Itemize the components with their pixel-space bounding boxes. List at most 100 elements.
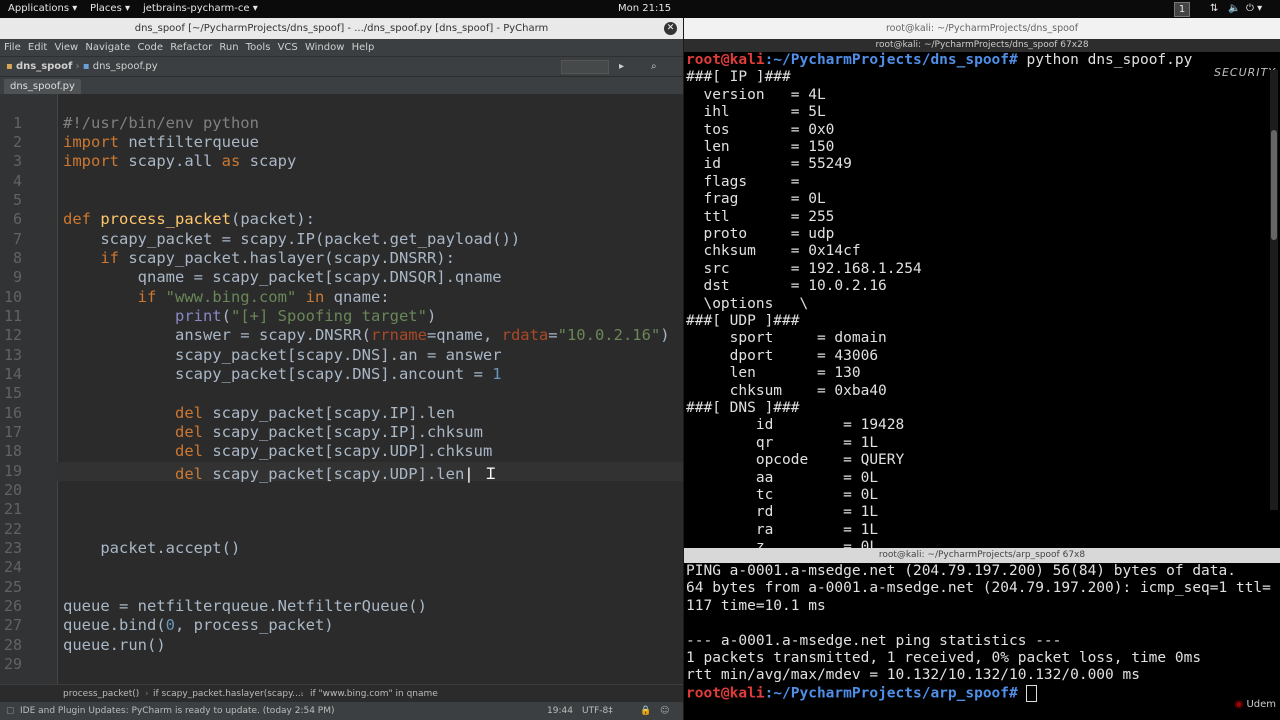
output-line: dport = 43006 xyxy=(686,347,879,364)
tab-dns-spoof-py[interactable]: dns_spoof.py xyxy=(4,79,81,94)
line-number: 28 xyxy=(3,636,22,654)
output-line: qr = 1L xyxy=(686,434,879,451)
output-line: id = 55249 xyxy=(686,156,852,173)
output-line: chksum = 0x14cf xyxy=(686,243,861,260)
run-icon[interactable]: ▸ xyxy=(619,57,624,77)
window-title: dns_spoof [~/PycharmProjects/dns_spoof] … xyxy=(0,18,683,39)
menu-vcs[interactable]: VCS xyxy=(278,42,298,53)
code-line: import netfilterqueue xyxy=(63,133,259,151)
code-line: scapy_packet[scapy.DNS].ancount = 1 xyxy=(63,365,502,383)
output-line: 64 bytes from a-0001.a-msedge.net (204.7… xyxy=(686,580,1271,597)
breadcrumb-item[interactable]: process_packet() xyxy=(63,685,139,703)
code-text: qname: xyxy=(324,288,390,306)
output-line: rtt min/avg/max/mdev = 10.132/10.132/10.… xyxy=(686,667,1140,684)
file-encoding[interactable]: UTF-8‡ xyxy=(582,702,613,720)
menu-file[interactable]: File xyxy=(4,42,21,53)
code-text: qname = scapy_packet[scapy.DNSQR].qname xyxy=(63,268,502,286)
code-line: if scapy_packet.haslayer(scapy.DNSRR): xyxy=(63,249,455,267)
code-text: queue.run() xyxy=(63,636,166,654)
network-icon[interactable]: ⇅ xyxy=(1210,0,1218,18)
output-line: len = 150 xyxy=(686,139,835,155)
output-line: --- a-0001.a-msedge.net ping statistics … xyxy=(686,632,1062,649)
code-text: scapy_packet[scapy.DNS].an = answer xyxy=(63,346,502,364)
inspector-icon[interactable]: ☺ xyxy=(660,702,669,720)
code-text: answer = scapy.DNSRR( xyxy=(63,326,371,344)
menu-view[interactable]: View xyxy=(54,42,78,53)
output-line: ra = 1L xyxy=(686,521,879,538)
nav-file[interactable]: dns_spoof.py xyxy=(93,61,158,72)
number-literal: 1 xyxy=(492,365,502,383)
line-number: 24 xyxy=(3,558,22,576)
menu-help[interactable]: Help xyxy=(352,42,375,53)
number-literal: 0 xyxy=(165,616,175,634)
close-icon[interactable]: ✕ xyxy=(664,22,677,35)
code-text: queue.bind( xyxy=(63,616,166,634)
code-line: packet.accept() xyxy=(63,539,240,557)
editor-tabs: dns_spoof.py xyxy=(0,76,683,95)
line-number: 26 xyxy=(3,597,22,615)
menu-run[interactable]: Run xyxy=(219,42,238,53)
keyword: def xyxy=(63,210,101,228)
menu-refactor[interactable]: Refactor xyxy=(170,42,212,53)
line-number: 4 xyxy=(12,172,22,190)
code-text: = xyxy=(548,326,558,344)
output-line: ttl = 255 xyxy=(686,208,835,225)
code-text: queue = netfilterqueue.NetfilterQueue() xyxy=(63,597,427,615)
breadcrumb: process_packet() › if scapy_packet.hasla… xyxy=(0,684,683,703)
lock-icon[interactable]: 🔒 xyxy=(640,702,651,720)
breadcrumb-item[interactable]: if scapy_packet.haslayer(scapy.... xyxy=(153,685,304,703)
code-line: print("[+] Spoofing target") xyxy=(63,307,436,325)
terminal-dns-spoof[interactable]: root@kali: ~/PycharmProjects/dns_spoof r… xyxy=(684,18,1280,548)
line-number: 1 xyxy=(12,114,22,132)
udemy-logo-icon: ◉ xyxy=(1234,699,1244,710)
active-app-menu[interactable]: jetbrains-pycharm-ce ▾ xyxy=(143,0,258,18)
breadcrumb-separator: › xyxy=(300,689,304,699)
menu-tools[interactable]: Tools xyxy=(246,42,271,53)
folder-icon: ▪ xyxy=(6,61,13,72)
keyword: if xyxy=(63,288,166,306)
menu-navigate[interactable]: Navigate xyxy=(85,42,130,53)
line-number: 11 xyxy=(3,307,22,325)
keyword: import xyxy=(63,133,119,151)
keyword: if xyxy=(63,249,119,267)
terminal-output: root@kali:~/PycharmProjects/dns_spoof# p… xyxy=(684,52,1266,548)
cursor-position[interactable]: 19:44 xyxy=(547,702,573,720)
line-number: 8 xyxy=(12,249,22,267)
output-line: ihl = 5L xyxy=(686,104,826,121)
terminal-tab-title: root@kali: ~/PycharmProjects/dns_spoof 6… xyxy=(684,39,1280,52)
code-text: (packet): xyxy=(230,210,315,228)
code-line: del scapy_packet[scapy.IP].len xyxy=(63,404,455,422)
code-text: ) xyxy=(660,326,670,344)
output-line: ###[ UDP ]### xyxy=(686,313,800,329)
pycharm-window: dns_spoof [~/PycharmProjects/dns_spoof] … xyxy=(0,18,683,720)
text-cursor-icon: | Ｉ xyxy=(464,465,499,483)
output-line: z = 0L xyxy=(686,539,879,548)
applications-menu[interactable]: Applications ▾ xyxy=(8,0,77,18)
nav-project[interactable]: dns_spoof xyxy=(16,61,72,72)
function-name: process_packet xyxy=(100,210,231,228)
workspace-indicator[interactable]: 1 xyxy=(1174,2,1190,17)
code-line: qname = scapy_packet[scapy.DNSQR].qname xyxy=(63,268,502,286)
output-line: aa = 0L xyxy=(686,469,879,486)
menu-window[interactable]: Window xyxy=(305,42,344,53)
command-text: python dns_spoof.py xyxy=(1017,52,1193,68)
named-param: rrname xyxy=(370,326,427,344)
status-message[interactable]: IDE and Plugin Updates: PyCharm is ready… xyxy=(20,702,335,720)
terminal-arp-spoof[interactable]: root@kali: ~/PycharmProjects/arp_spoof 6… xyxy=(684,548,1280,720)
places-menu[interactable]: Places ▾ xyxy=(90,0,130,18)
menu-code[interactable]: Code xyxy=(137,42,163,53)
clock[interactable]: Mon 21:15 xyxy=(618,0,671,18)
power-icon[interactable]: ⏻ ▾ xyxy=(1246,0,1262,18)
line-number: 7 xyxy=(12,230,22,248)
breadcrumb-item[interactable]: if "www.bing.com" in qname xyxy=(310,685,438,703)
terminal-scrollbar[interactable] xyxy=(1270,70,1278,510)
line-number: 14 xyxy=(3,365,22,383)
menu-edit[interactable]: Edit xyxy=(28,42,47,53)
keyword: del xyxy=(63,423,203,441)
line-number: 17 xyxy=(3,423,22,441)
run-config-select[interactable] xyxy=(561,60,609,74)
scrollbar-thumb[interactable] xyxy=(1271,130,1277,240)
search-icon[interactable]: ⌕ xyxy=(651,57,657,77)
code-editor[interactable]: 1 2 3 4 5 6 7 8 9 10 11 12 13 14 15 16 1… xyxy=(0,94,683,684)
volume-icon[interactable]: 🔈 xyxy=(1228,0,1240,18)
